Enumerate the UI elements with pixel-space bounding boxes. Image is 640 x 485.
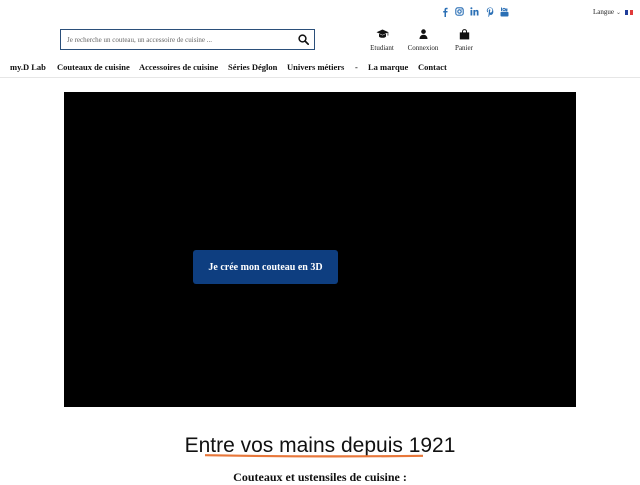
youtube-icon[interactable] — [500, 6, 509, 17]
cart-label: Panier — [455, 44, 473, 52]
section-subheading: Couteaux et ustensiles de cuisine : — [233, 470, 407, 484]
nav-separator: - — [355, 62, 358, 72]
search-input[interactable]: Je recherche un couteau, un accessoire d… — [61, 36, 292, 44]
instagram-icon[interactable] — [455, 6, 464, 17]
nav-item-la-marque[interactable]: La marque — [368, 62, 408, 72]
shopping-bag-icon — [459, 28, 470, 40]
nav-item-mydlab[interactable]: my.D Lab — [10, 62, 46, 72]
headline-underline — [205, 454, 423, 458]
nav-divider — [0, 77, 640, 78]
login-label: Connexion — [407, 44, 439, 52]
nav-item-accessoires[interactable]: Accessoires de cuisine — [139, 62, 218, 72]
language-selector[interactable]: Langue ⌄ — [593, 8, 634, 16]
graduation-cap-icon — [376, 28, 389, 40]
hero-video[interactable]: Je crée mon couteau en 3D — [64, 92, 576, 407]
pinterest-icon[interactable] — [485, 6, 494, 17]
french-flag-icon — [625, 9, 634, 15]
user-icon — [419, 28, 428, 40]
student-label: Etudiant — [370, 44, 394, 52]
social-links — [440, 6, 509, 17]
nav-item-series-deglon[interactable]: Séries Déglon — [228, 62, 277, 72]
linkedin-icon[interactable] — [470, 6, 479, 17]
nav-item-couteaux[interactable]: Couteaux de cuisine — [57, 62, 130, 72]
login-link[interactable]: Connexion — [403, 28, 443, 52]
facebook-icon[interactable] — [440, 6, 449, 17]
main-nav: my.D Lab Couteaux de cuisine Accessoires… — [0, 60, 640, 76]
nav-item-contact[interactable]: Contact — [418, 62, 447, 72]
cart-link[interactable]: Panier — [444, 28, 484, 52]
language-label: Langue — [593, 8, 614, 16]
configure-knife-3d-button[interactable]: Je crée mon couteau en 3D — [193, 250, 338, 284]
search-bar: Je recherche un couteau, un accessoire d… — [60, 29, 315, 50]
nav-item-univers-metiers[interactable]: Univers métiers — [287, 62, 344, 72]
student-link[interactable]: Etudiant — [362, 28, 402, 52]
chevron-down-icon: ⌄ — [616, 9, 622, 16]
search-icon[interactable] — [292, 30, 314, 49]
